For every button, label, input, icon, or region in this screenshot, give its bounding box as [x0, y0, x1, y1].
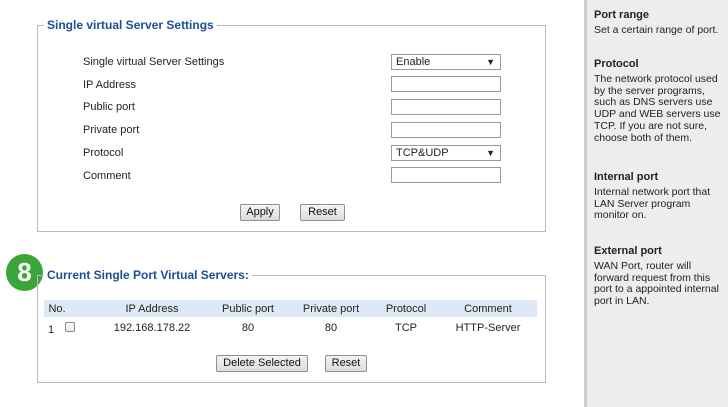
help-text-internal-port: Internal network port that LAN Server pr… — [594, 186, 711, 222]
current-servers-legend: Current Single Port Virtual Servers: — [44, 268, 252, 282]
delete-selected-button[interactable]: Delete Selected — [216, 355, 308, 372]
private-port-input[interactable] — [391, 122, 501, 138]
comment-label: Comment — [83, 170, 131, 182]
row-protocol: TCP — [395, 322, 417, 334]
protocol-select[interactable]: TCP&UDP ▼ — [391, 145, 501, 161]
column-header-public-port: Public port — [222, 303, 274, 315]
protocol-label: Protocol — [83, 147, 124, 159]
table-reset-button[interactable]: Reset — [325, 355, 367, 372]
help-text-protocol: The network protocol used by the server … — [594, 73, 721, 144]
row-private-port: 80 — [324, 322, 338, 334]
single-virtual-server-settings-panel: Single virtual Server Settings Single vi… — [37, 18, 546, 232]
protocol-select-value: TCP&UDP — [396, 147, 449, 159]
help-text-port-range: Set a certain range of port. — [594, 24, 719, 36]
column-header-no: No. — [48, 303, 66, 315]
public-port-input[interactable] — [391, 99, 501, 115]
enable-label: Single virtual Server Settings — [83, 56, 225, 68]
current-virtual-servers-panel: Current Single Port Virtual Servers: No.… — [37, 268, 546, 383]
private-port-label: Private port — [83, 124, 140, 136]
row-comment: HTTP-Server — [455, 322, 521, 334]
help-sidebar: Port range Set a certain range of port. … — [584, 0, 728, 407]
enable-select-value: Enable — [396, 56, 431, 68]
column-header-protocol: Protocol — [385, 303, 427, 315]
chevron-down-icon: ▼ — [486, 148, 495, 158]
settings-legend: Single virtual Server Settings — [44, 18, 217, 32]
ip-address-label: IP Address — [83, 79, 136, 91]
ip-address-input[interactable] — [391, 76, 501, 92]
help-title-port-range: Port range — [594, 9, 650, 21]
help-title-internal-port: Internal port — [594, 171, 659, 183]
column-header-comment: Comment — [464, 303, 512, 315]
public-port-label: Public port — [83, 101, 135, 113]
settings-reset-button[interactable]: Reset — [300, 204, 345, 221]
enable-select[interactable]: Enable ▼ — [391, 54, 501, 70]
chevron-down-icon: ▼ — [486, 57, 495, 67]
column-header-private-port: Private port — [302, 303, 360, 315]
help-title-protocol: Protocol — [594, 58, 639, 70]
row-ip-address: 192.168.178.22 — [113, 322, 191, 334]
row-select-checkbox[interactable] — [65, 322, 75, 332]
comment-input[interactable] — [391, 167, 501, 183]
row-number: 1 — [47, 324, 55, 336]
column-header-ip: IP Address — [125, 303, 179, 315]
apply-button[interactable]: Apply — [240, 204, 280, 221]
help-title-external-port: External port — [594, 245, 662, 257]
help-text-external-port: WAN Port, router will forward request fr… — [594, 260, 719, 308]
row-public-port: 80 — [241, 322, 255, 334]
